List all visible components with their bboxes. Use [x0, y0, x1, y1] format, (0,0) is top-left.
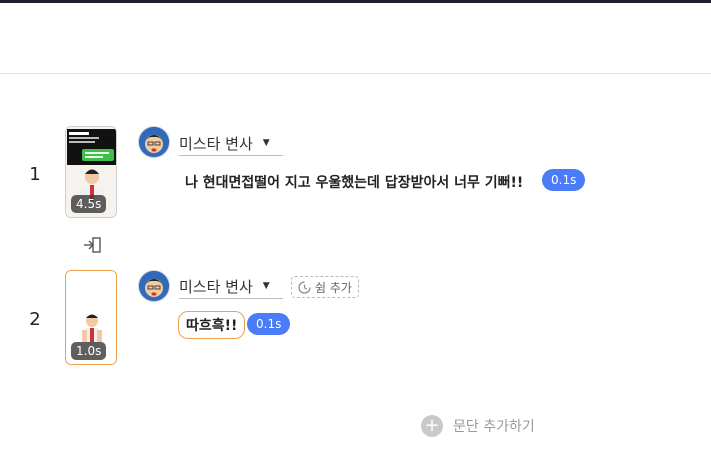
speaker-avatar: [138, 270, 170, 302]
top-bar: [0, 0, 711, 3]
scene-number: 2: [29, 309, 41, 330]
speaker-avatar: [138, 126, 170, 158]
scene-number: 1: [29, 164, 41, 185]
scene-thumbnail[interactable]: 4.5s: [65, 126, 117, 218]
add-rest-label: 쉼 추가: [315, 280, 352, 295]
speaker-select[interactable]: 미스타 변사 ▼: [179, 131, 283, 156]
pause-pill[interactable]: 0.1s: [542, 169, 586, 191]
pause-pill[interactable]: 0.1s: [247, 313, 291, 335]
add-paragraph-button[interactable]: + 문단 추가하기: [421, 415, 535, 437]
add-paragraph-label: 문단 추가하기: [453, 419, 535, 435]
split-icon[interactable]: [83, 237, 101, 253]
scene-text[interactable]: 나 현대면접떨어 지고 우울했는데 답장받아서 너무 기뻐!!: [185, 172, 523, 192]
caret-down-icon: ▼: [262, 138, 270, 148]
duration-badge: 4.5s: [71, 195, 107, 213]
scene-text-selected[interactable]: 따흐흑!!: [178, 311, 246, 339]
clock-icon: [298, 280, 311, 294]
speaker-name: 미스타 변사: [179, 134, 253, 153]
scene-thumbnail-selected[interactable]: 1.0s: [65, 270, 117, 365]
speaker-name: 미스타 변사: [179, 277, 253, 296]
plus-icon: +: [421, 415, 443, 437]
duration-badge: 1.0s: [71, 342, 107, 360]
speaker-select[interactable]: 미스타 변사 ▼: [179, 274, 283, 299]
caret-down-icon: ▼: [262, 281, 270, 291]
add-rest-button[interactable]: 쉼 추가: [291, 276, 359, 298]
header-divider: [0, 73, 711, 74]
